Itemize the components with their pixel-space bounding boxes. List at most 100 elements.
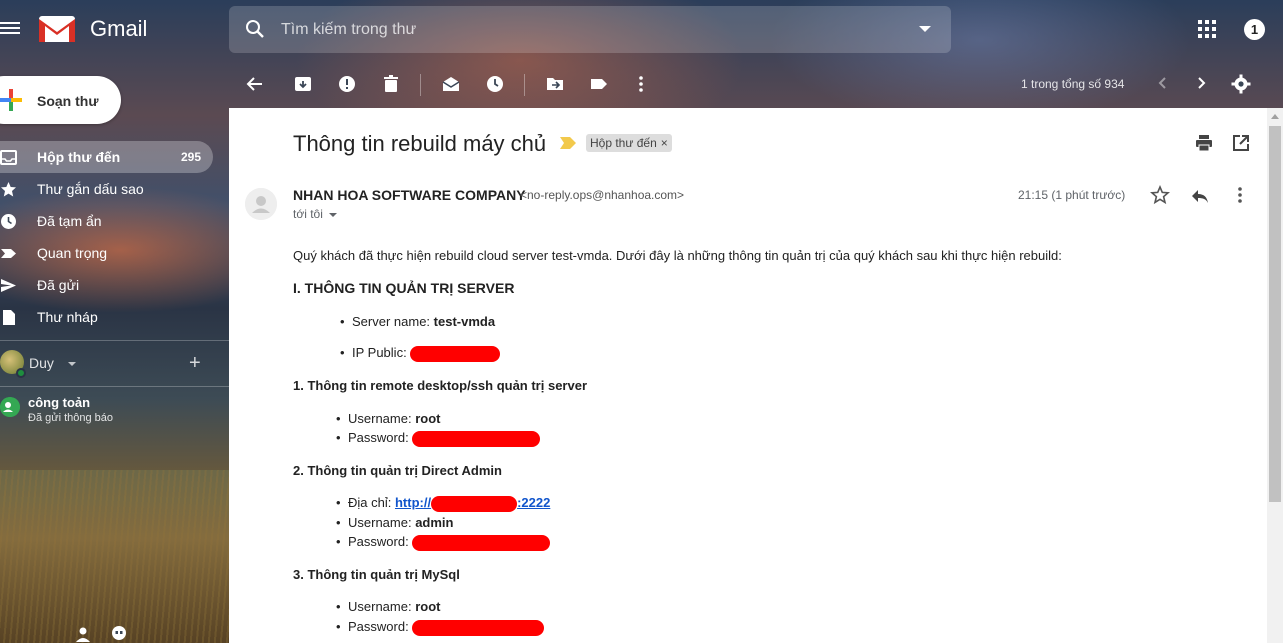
label-chip-text: Hộp thư đến bbox=[590, 136, 657, 150]
message-pane: Thông tin rebuild máy chủ Hộp thư đến × N… bbox=[229, 108, 1267, 643]
message-toolbar: 1 trong tổng số 934 bbox=[229, 60, 1283, 108]
remove-label-icon[interactable]: × bbox=[661, 136, 668, 150]
list-item: Password: bbox=[336, 619, 545, 636]
sidebar-footer bbox=[0, 624, 229, 643]
move-to-icon[interactable] bbox=[545, 74, 565, 94]
gmail-logo[interactable] bbox=[38, 14, 76, 44]
top-bar: Gmail 1 bbox=[0, 0, 1283, 60]
sidebar-item-sent[interactable]: Đã gửi bbox=[0, 269, 229, 301]
email-intro: Quý khách đã thực hiện rebuild cloud ser… bbox=[293, 248, 1062, 263]
draft-icon bbox=[3, 310, 15, 325]
chat-user-switcher[interactable]: Duy + bbox=[0, 350, 229, 378]
username-value: root bbox=[415, 411, 441, 426]
recipient-text: tới tôi bbox=[293, 207, 323, 221]
section-title-directadmin: 2. Thông tin quản trị Direct Admin bbox=[293, 463, 502, 478]
older-chevron-icon[interactable] bbox=[1193, 75, 1209, 91]
back-arrow-icon[interactable] bbox=[245, 74, 265, 94]
sidebar-divider bbox=[0, 340, 229, 341]
directadmin-link[interactable]: http://:2222 bbox=[394, 495, 550, 512]
print-icon[interactable] bbox=[1195, 134, 1213, 152]
open-new-window-icon[interactable] bbox=[1232, 134, 1250, 152]
redacted-host bbox=[431, 495, 518, 512]
redacted-password bbox=[412, 534, 551, 551]
email-subject: Thông tin rebuild máy chủ bbox=[293, 131, 547, 156]
scrollbar-thumb[interactable] bbox=[1269, 126, 1281, 502]
sidebar-item-drafts[interactable]: Thư nháp bbox=[0, 301, 229, 333]
inbox-icon bbox=[0, 150, 17, 165]
redacted-password bbox=[412, 430, 541, 447]
sidebar-item-inbox[interactable]: Hộp thư đến 295 bbox=[0, 141, 213, 173]
compose-button[interactable]: Soạn thư bbox=[0, 76, 121, 124]
more-options-icon[interactable] bbox=[1232, 185, 1248, 205]
sidebar-item-important[interactable]: Quan trọng bbox=[0, 237, 229, 269]
search-options-icon[interactable] bbox=[919, 26, 931, 32]
background-landscape bbox=[0, 470, 230, 643]
toolbar-divider bbox=[524, 74, 525, 96]
field-label: IP Public: bbox=[352, 345, 407, 360]
snooze-clock-icon[interactable] bbox=[485, 74, 505, 94]
redacted-password bbox=[412, 619, 545, 636]
search-icon[interactable] bbox=[245, 19, 265, 39]
redacted-ip bbox=[410, 345, 501, 362]
scrollbar[interactable] bbox=[1267, 108, 1283, 643]
sidebar-item-starred[interactable]: Thư gắn dấu sao bbox=[0, 173, 229, 205]
sender-name: NHAN HOA SOFTWARE COMPANY bbox=[293, 187, 526, 203]
username-value: root bbox=[415, 599, 441, 614]
server-name-value: test-vmda bbox=[433, 314, 496, 329]
sidebar-item-label: Hộp thư đến bbox=[37, 149, 121, 165]
important-icon bbox=[1, 249, 16, 258]
contact-name: công toản bbox=[28, 395, 91, 410]
importance-marker-icon[interactable] bbox=[560, 137, 576, 149]
settings-gear-icon[interactable] bbox=[1231, 74, 1251, 94]
link-prefix: http:// bbox=[394, 495, 432, 510]
field-label: Username: bbox=[348, 599, 412, 614]
apps-grid-icon[interactable] bbox=[1198, 20, 1216, 38]
archive-icon[interactable] bbox=[293, 74, 313, 94]
chevron-down-icon bbox=[328, 212, 337, 217]
sidebar-divider bbox=[0, 386, 229, 387]
more-options-icon[interactable] bbox=[631, 74, 651, 94]
search-input[interactable] bbox=[281, 16, 881, 43]
newer-chevron-icon[interactable] bbox=[1155, 75, 1171, 91]
search-bar bbox=[229, 6, 951, 53]
sidebar-item-label: Thư nháp bbox=[37, 309, 98, 325]
list-item: Username: root bbox=[336, 411, 441, 426]
list-item: Username: admin bbox=[336, 515, 454, 530]
reply-icon[interactable] bbox=[1190, 186, 1210, 206]
hangouts-quote-icon[interactable] bbox=[111, 626, 127, 642]
hangout-contact[interactable]: công toản Đã gửi thông báo bbox=[0, 394, 229, 430]
notification-badge[interactable]: 1 bbox=[1244, 19, 1265, 40]
toolbar-divider bbox=[420, 74, 421, 96]
group-avatar-icon bbox=[0, 397, 20, 417]
sidebar-item-snoozed[interactable]: Đã tạm ẩn bbox=[0, 205, 229, 237]
message-timestamp: 21:15 (1 phút trước) bbox=[1018, 188, 1126, 202]
username-value: admin bbox=[415, 515, 454, 530]
list-item: Địa chỉ: http://:2222 bbox=[336, 495, 550, 512]
list-item: Server name: test-vmda bbox=[340, 314, 496, 329]
sidebar-nav: Hộp thư đến 295 Thư gắn dấu sao Đã tạm ẩ… bbox=[0, 141, 229, 333]
sender-email: <no-reply.ops@nhanhoa.com> bbox=[520, 188, 685, 202]
delete-icon[interactable] bbox=[381, 74, 401, 94]
person-icon[interactable] bbox=[75, 626, 91, 642]
field-label: Password: bbox=[348, 534, 409, 549]
report-spam-icon[interactable] bbox=[337, 74, 357, 94]
recipient-details[interactable]: tới tôi bbox=[293, 207, 337, 221]
field-label: Server name: bbox=[352, 314, 431, 329]
star-message-icon[interactable] bbox=[1150, 185, 1170, 205]
compose-plus-icon bbox=[0, 89, 22, 111]
sidebar-item-label: Quan trọng bbox=[37, 245, 108, 261]
list-item: Password: bbox=[336, 430, 541, 447]
section-title-remote: 1. Thông tin remote desktop/ssh quản trị… bbox=[293, 378, 588, 393]
mark-unread-icon[interactable] bbox=[441, 74, 461, 94]
sender-avatar bbox=[245, 188, 277, 220]
add-contact-icon[interactable]: + bbox=[189, 352, 201, 375]
compose-label: Soạn thư bbox=[37, 93, 99, 109]
list-item: Username: root bbox=[336, 599, 441, 614]
label-icon[interactable] bbox=[589, 74, 609, 94]
sidebar-item-label: Đã gửi bbox=[37, 277, 80, 293]
chevron-down-icon[interactable] bbox=[68, 362, 76, 366]
label-chip-inbox[interactable]: Hộp thư đến × bbox=[586, 134, 672, 152]
main-menu-icon[interactable] bbox=[0, 19, 20, 39]
scroll-up-icon[interactable] bbox=[1271, 114, 1279, 119]
section-title-mysql: 3. Thông tin quản trị MySql bbox=[293, 567, 460, 582]
